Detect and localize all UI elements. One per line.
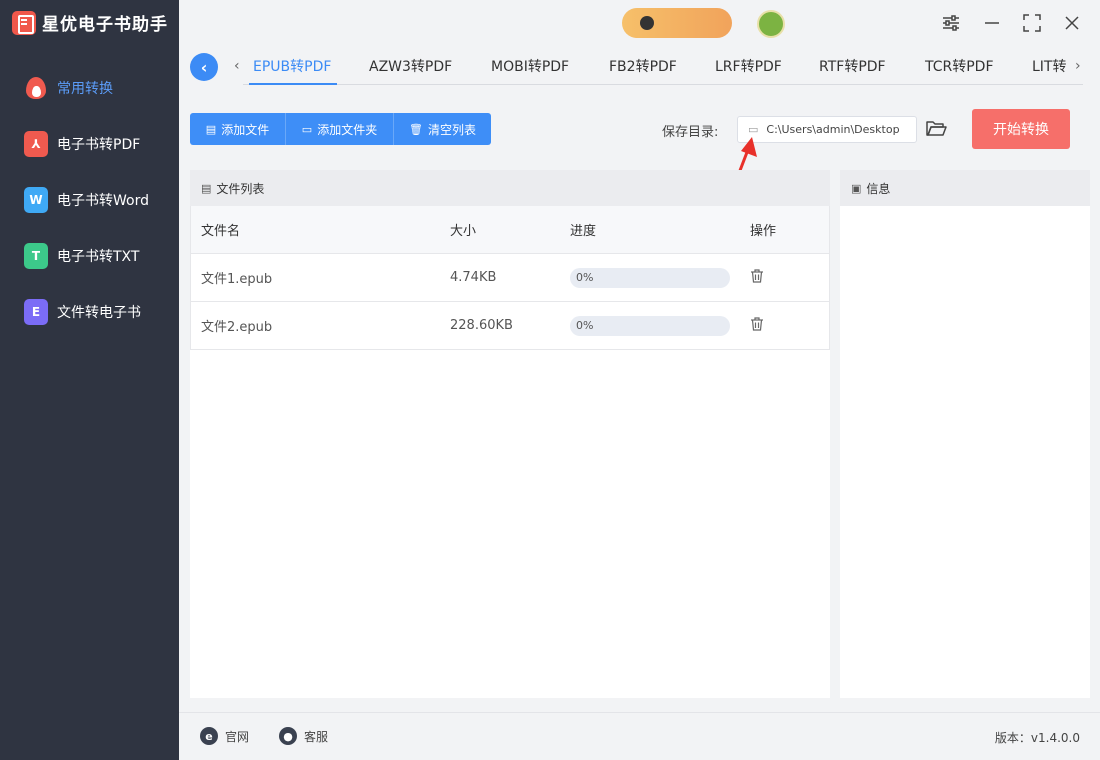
info-panel: ▣ 信息	[840, 170, 1090, 698]
tab-scroll-right-icon[interactable]: ›	[1075, 58, 1081, 74]
file-icon: ▤	[205, 122, 217, 136]
footer: e 官网 ● 客服 版本：v1.4.0.0	[179, 712, 1100, 760]
file-list-panel: ▤ 文件列表 文件名 大小 进度 操作 文件1.epub 4.74KB 0% 文…	[190, 170, 830, 698]
add-file-label: 添加文件	[221, 122, 270, 137]
table-header: 文件名 大小 进度 操作	[190, 206, 830, 254]
sidebar-item-label: 电子书转PDF	[57, 137, 141, 153]
sidebar-item-ebook-to-pdf[interactable]: ⅄ 电子书转PDF	[0, 116, 179, 172]
column-header-name: 文件名	[201, 224, 241, 239]
sidebar-item-label: 电子书转Word	[57, 193, 149, 209]
sidebar-item-label: 文件转电子书	[57, 305, 141, 321]
file-size: 228.60KB	[450, 318, 513, 333]
clear-list-button[interactable]: 🗑 清空列表	[394, 113, 491, 145]
word-icon: W	[24, 187, 48, 213]
folder-icon: ▭	[301, 122, 313, 136]
sidebar: 星优电子书助手 常用转换 ⅄ 电子书转PDF W 电子书转Word T 电子书转…	[0, 0, 179, 760]
ebook-icon: E	[24, 299, 48, 325]
tab-azw3-to-pdf[interactable]: AZW3转PDF	[369, 48, 452, 84]
clear-list-label: 清空列表	[427, 122, 476, 137]
trash-icon: 🗑	[409, 122, 423, 136]
tab-active-indicator	[249, 83, 337, 85]
tab-fb2-to-pdf[interactable]: FB2转PDF	[609, 48, 677, 84]
folder-open-icon[interactable]	[925, 118, 947, 140]
app-title: 星优电子书助手	[42, 15, 168, 35]
progress-cell: 0%	[570, 267, 750, 288]
brand: 星优电子书助手	[12, 10, 168, 35]
vip-badge[interactable]	[622, 8, 732, 38]
support-label: 客服	[304, 729, 329, 744]
app-logo-icon	[12, 10, 36, 35]
action-cell	[750, 316, 810, 335]
info-title: 信息	[866, 181, 891, 196]
sidebar-item-common[interactable]: 常用转换	[0, 60, 179, 116]
title-bar	[179, 0, 1100, 48]
progress-bar: 0%	[570, 315, 730, 336]
close-icon[interactable]	[1061, 12, 1083, 34]
version-text: 版本：v1.4.0.0	[994, 731, 1080, 745]
txt-icon: T	[24, 243, 48, 269]
add-file-button[interactable]: ▤ 添加文件	[190, 113, 286, 145]
save-path-value: C:\Users\admin\Desktop	[766, 123, 900, 136]
settings-sliders-icon[interactable]	[940, 12, 962, 34]
file-list-header: ▤ 文件列表	[190, 170, 830, 206]
sidebar-item-ebook-to-word[interactable]: W 电子书转Word	[0, 172, 179, 228]
file-list-title: 文件列表	[216, 181, 265, 196]
add-folder-button[interactable]: ▭ 添加文件夹	[286, 113, 394, 145]
progress-bar: 0%	[570, 267, 730, 288]
tab-tcr-to-pdf[interactable]: TCR转PDF	[925, 48, 994, 84]
tab-mobi-to-pdf[interactable]: MOBI转PDF	[491, 48, 569, 84]
info-icon: ▣	[851, 181, 862, 195]
tab-epub-to-pdf[interactable]: EPUB转PDF	[253, 48, 331, 84]
progress-text: 0%	[576, 318, 594, 332]
conversion-tabs: ‹ ‹ EPUB转PDF AZW3转PDF MOBI转PDF FB2转PDF L…	[179, 48, 1100, 86]
file-name: 文件2.epub	[201, 320, 273, 335]
sidebar-item-label: 常用转换	[57, 81, 113, 97]
flame-icon	[24, 75, 48, 101]
tab-scroll-left-icon[interactable]: ‹	[234, 58, 240, 74]
avatar[interactable]	[757, 10, 785, 38]
column-header-size: 大小	[450, 224, 477, 239]
sidebar-item-label: 电子书转TXT	[57, 249, 140, 265]
file-button-group: ▤ 添加文件 ▭ 添加文件夹 🗑 清空列表	[190, 113, 491, 145]
file-size: 4.74KB	[450, 270, 497, 285]
website-label: 官网	[225, 729, 250, 744]
delete-trash-icon[interactable]	[750, 316, 764, 331]
table-row[interactable]: 文件2.epub 228.60KB 0%	[190, 302, 830, 350]
column-header-action: 操作	[750, 224, 777, 239]
column-header-progress: 进度	[570, 224, 597, 239]
progress-cell: 0%	[570, 315, 750, 336]
tab-rtf-to-pdf[interactable]: RTF转PDF	[819, 48, 886, 84]
support-link[interactable]: ● 客服	[279, 727, 328, 745]
sidebar-item-file-to-ebook[interactable]: E 文件转电子书	[0, 284, 179, 340]
minimize-icon[interactable]	[981, 12, 1003, 34]
tab-lrf-to-pdf[interactable]: LRF转PDF	[715, 48, 782, 84]
chat-bubble-icon: ●	[279, 727, 297, 745]
info-header: ▣ 信息	[840, 170, 1090, 206]
add-folder-label: 添加文件夹	[317, 122, 378, 137]
save-dir-label: 保存目录:	[662, 125, 719, 140]
sidebar-item-ebook-to-txt[interactable]: T 电子书转TXT	[0, 228, 179, 284]
tab-divider	[243, 84, 1083, 85]
start-convert-button[interactable]: 开始转换	[972, 109, 1070, 149]
tab-lit-to-pdf[interactable]: LIT转	[1032, 48, 1066, 84]
table-row[interactable]: 文件1.epub 4.74KB 0%	[190, 254, 830, 302]
sidebar-nav: 常用转换 ⅄ 电子书转PDF W 电子书转Word T 电子书转TXT E 文件…	[0, 60, 179, 340]
file-name: 文件1.epub	[201, 272, 273, 287]
back-button[interactable]: ‹	[190, 53, 218, 81]
website-link[interactable]: e 官网	[200, 727, 249, 745]
pdf-icon: ⅄	[24, 131, 48, 157]
delete-trash-icon[interactable]	[750, 268, 764, 283]
progress-text: 0%	[576, 270, 594, 284]
browser-e-icon: e	[200, 727, 218, 745]
list-icon: ▤	[201, 181, 212, 195]
maximize-icon[interactable]	[1021, 12, 1043, 34]
action-cell	[750, 268, 810, 287]
